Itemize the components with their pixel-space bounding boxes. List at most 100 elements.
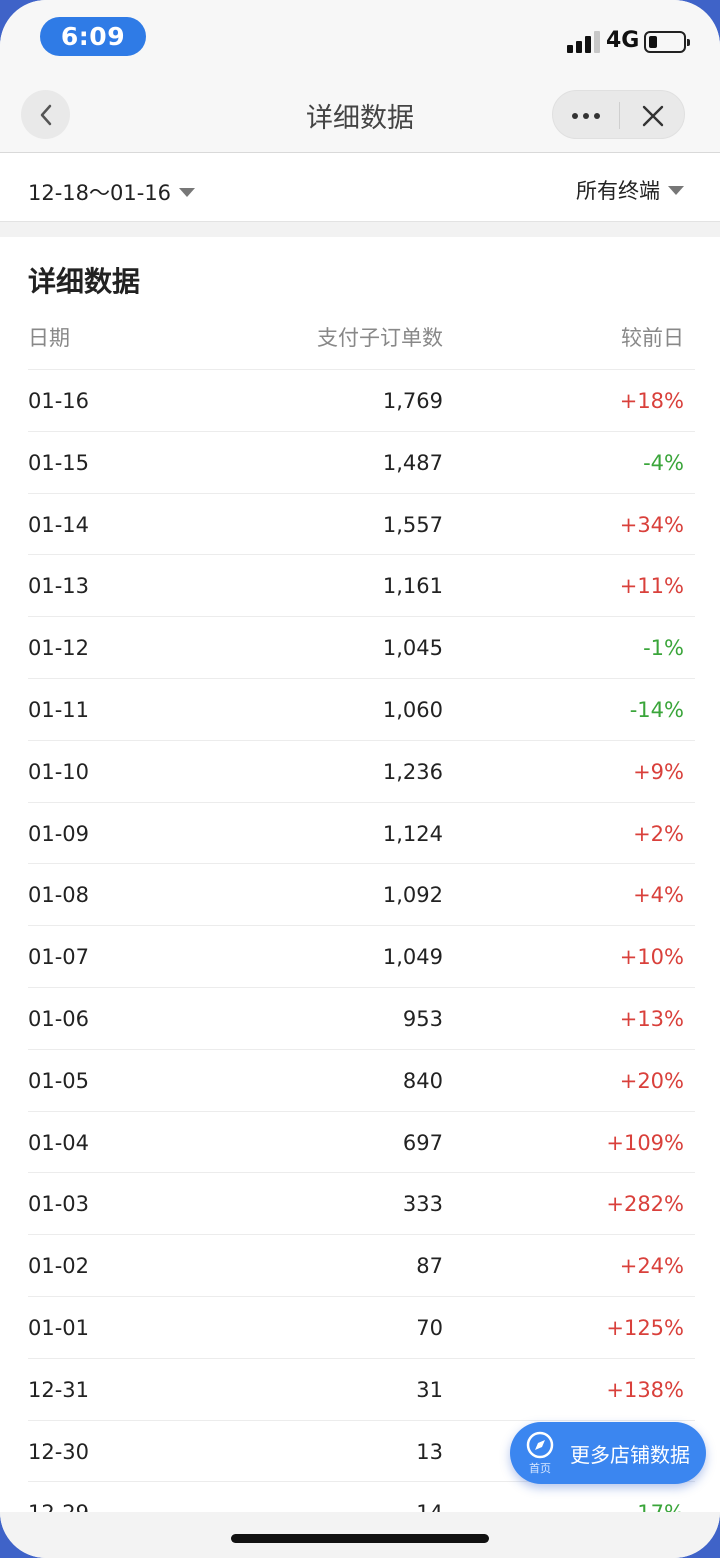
table-row: 01-14 1,557 +34% xyxy=(28,492,695,555)
column-header-date: 日期 xyxy=(28,326,70,350)
row-count: 840 xyxy=(402,1068,443,1093)
terminal-dropdown[interactable]: 所有终端 xyxy=(576,175,684,205)
row-count: 31 xyxy=(416,1377,443,1402)
row-change: +138% xyxy=(606,1377,684,1402)
table-row: 01-12 1,045 -1% xyxy=(28,616,695,678)
row-date: 01-11 xyxy=(28,697,90,722)
home-badge: 首页 xyxy=(510,1422,570,1484)
table-row: 01-01 70 +125% xyxy=(28,1295,695,1358)
status-bar: 6:09 4G xyxy=(0,0,720,76)
row-count: 87 xyxy=(416,1254,443,1279)
table-row: 01-11 1,060 -14% xyxy=(28,677,695,740)
table-row: 01-05 840 +20% xyxy=(28,1048,695,1111)
row-change: +9% xyxy=(633,759,684,784)
row-change: +10% xyxy=(619,945,684,970)
caret-down-icon xyxy=(668,185,684,195)
row-change: +2% xyxy=(633,821,684,846)
row-change: +20% xyxy=(619,1068,684,1093)
row-change: +4% xyxy=(633,883,684,908)
row-date: 12-30 xyxy=(28,1439,90,1464)
terminal-label: 所有终端 xyxy=(576,179,660,203)
signal-icon xyxy=(567,31,601,53)
row-count: 13 xyxy=(416,1439,443,1464)
row-count: 1,092 xyxy=(382,883,443,908)
row-date: 01-14 xyxy=(28,512,90,537)
row-change: +11% xyxy=(619,574,684,599)
row-count: 1,060 xyxy=(382,697,443,722)
row-change: +24% xyxy=(619,1254,684,1279)
date-range-dropdown[interactable]: 12-18～01-16 xyxy=(28,177,196,207)
row-count: 697 xyxy=(402,1130,443,1155)
row-count: 1,049 xyxy=(382,945,443,970)
close-icon xyxy=(642,105,664,126)
row-date: 01-04 xyxy=(28,1130,90,1155)
row-change: +125% xyxy=(606,1315,684,1340)
more-store-data-label: 更多店铺数据 xyxy=(570,1442,690,1467)
home-indicator-area xyxy=(0,1512,720,1558)
table-row: 01-02 87 +24% xyxy=(28,1234,695,1296)
home-indicator[interactable] xyxy=(231,1534,489,1543)
table-row: 01-08 1,092 +4% xyxy=(28,863,695,925)
row-date: 12-31 xyxy=(28,1377,90,1402)
table-row: 01-09 1,124 +2% xyxy=(28,801,695,864)
row-date: 01-05 xyxy=(28,1068,90,1093)
row-change: -4% xyxy=(643,450,684,475)
table-row: 01-16 1,769 +18% xyxy=(28,369,695,431)
row-date: 01-13 xyxy=(28,574,90,599)
home-caption: 首页 xyxy=(529,1461,551,1475)
table-row: 01-04 697 +109% xyxy=(28,1110,695,1173)
row-date: 01-10 xyxy=(28,759,90,784)
row-date: 01-08 xyxy=(28,883,90,908)
battery-icon xyxy=(644,31,690,53)
phone-screen: 6:09 4G 详细数据 12-18～01-16 所有终端 详细数据 日期 支付… xyxy=(0,0,720,1558)
row-change: +18% xyxy=(619,389,684,413)
filter-bar: 12-18～01-16 所有终端 xyxy=(0,153,720,221)
row-date: 01-09 xyxy=(28,821,90,846)
table-row: 12-31 31 +138% xyxy=(28,1357,695,1420)
row-count: 953 xyxy=(402,1006,443,1031)
row-count: 1,557 xyxy=(382,512,443,537)
row-change: +34% xyxy=(619,512,684,537)
table-row: 01-07 1,049 +10% xyxy=(28,925,695,987)
more-dots-icon xyxy=(572,112,578,119)
row-count: 1,769 xyxy=(382,389,443,413)
compass-icon xyxy=(526,1431,554,1458)
more-button[interactable] xyxy=(553,91,619,140)
row-change: +282% xyxy=(606,1192,684,1217)
status-time: 6:09 xyxy=(40,17,146,56)
row-change: +13% xyxy=(619,1006,684,1031)
row-date: 01-12 xyxy=(28,636,90,661)
row-count: 333 xyxy=(402,1192,443,1217)
row-change: +109% xyxy=(606,1130,684,1155)
table-row: 01-06 953 +13% xyxy=(28,986,695,1049)
section-title: 详细数据 xyxy=(28,265,141,298)
section-separator xyxy=(0,221,720,237)
table-row: 01-15 1,487 -4% xyxy=(28,430,695,493)
row-date: 01-01 xyxy=(28,1315,90,1340)
row-date: 01-07 xyxy=(28,945,90,970)
network-type: 4G xyxy=(606,28,640,53)
nav-bar: 详细数据 xyxy=(0,76,720,153)
column-header-change: 较前日 xyxy=(621,326,684,350)
column-header-count: 支付子订单数 xyxy=(317,326,443,350)
row-date: 01-03 xyxy=(28,1192,90,1217)
more-store-data-button[interactable]: 首页 更多店铺数据 xyxy=(510,1422,706,1484)
row-count: 1,045 xyxy=(382,636,443,661)
row-date: 01-15 xyxy=(28,450,90,475)
mini-program-capsule xyxy=(552,90,685,139)
row-date: 01-02 xyxy=(28,1254,90,1279)
date-range-label: 12-18～01-16 xyxy=(28,181,172,205)
row-count: 1,236 xyxy=(382,759,443,784)
caret-down-icon xyxy=(179,187,196,197)
row-date: 01-16 xyxy=(28,389,90,413)
close-button[interactable] xyxy=(620,91,686,140)
table-row: 01-03 333 +282% xyxy=(28,1172,695,1234)
row-count: 1,124 xyxy=(382,821,443,846)
table-header: 日期 支付子订单数 较前日 xyxy=(28,322,684,352)
row-date: 01-06 xyxy=(28,1006,90,1031)
row-change: -14% xyxy=(629,697,684,722)
row-count: 70 xyxy=(416,1315,443,1340)
row-count: 1,161 xyxy=(382,574,443,599)
table-row: 01-13 1,161 +11% xyxy=(28,554,695,616)
row-change: -1% xyxy=(643,636,684,661)
